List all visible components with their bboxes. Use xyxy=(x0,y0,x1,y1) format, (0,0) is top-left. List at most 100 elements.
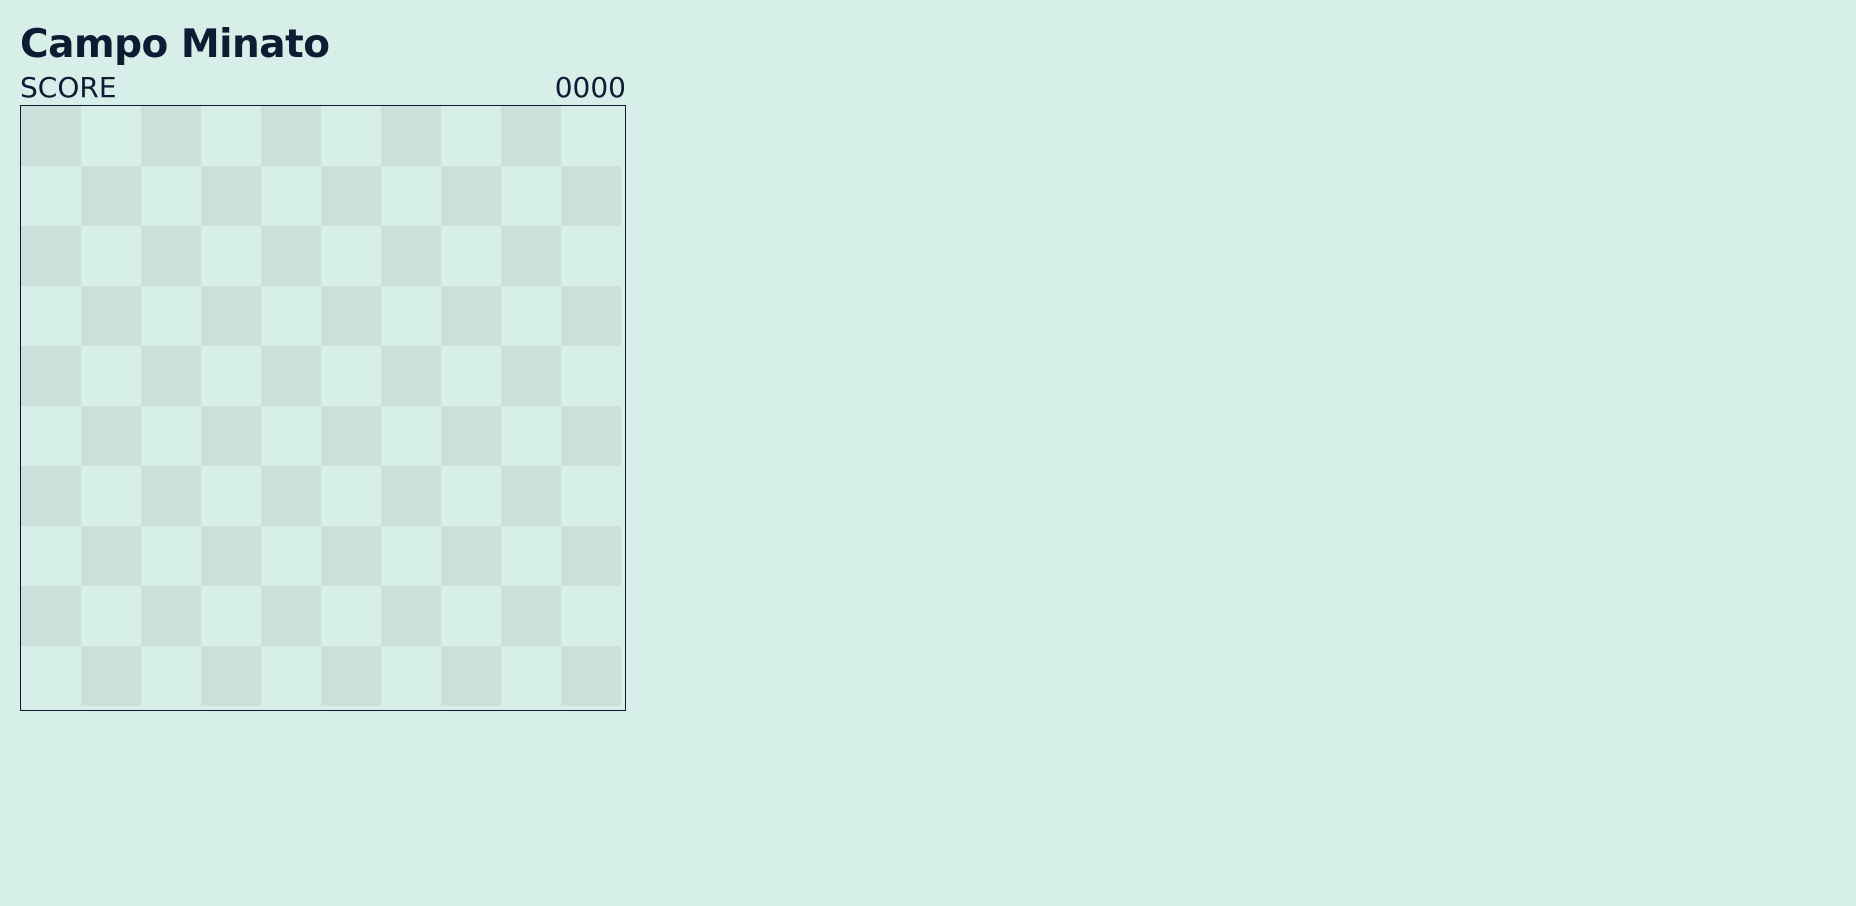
board-cell[interactable] xyxy=(381,466,441,526)
board-cell[interactable] xyxy=(441,226,501,286)
board-cell[interactable] xyxy=(441,106,501,166)
board-cell[interactable] xyxy=(81,286,141,346)
board-cell[interactable] xyxy=(21,166,81,226)
board-cell[interactable] xyxy=(141,226,201,286)
board-cell[interactable] xyxy=(321,346,381,406)
board-cell[interactable] xyxy=(21,286,81,346)
board-cell[interactable] xyxy=(141,166,201,226)
board-cell[interactable] xyxy=(261,586,321,646)
board-cell[interactable] xyxy=(261,526,321,586)
board-cell[interactable] xyxy=(561,406,621,466)
board-cell[interactable] xyxy=(321,466,381,526)
board-cell[interactable] xyxy=(381,166,441,226)
board-cell[interactable] xyxy=(261,286,321,346)
board-cell[interactable] xyxy=(441,586,501,646)
board-cell[interactable] xyxy=(201,586,261,646)
board-cell[interactable] xyxy=(321,166,381,226)
board-cell[interactable] xyxy=(321,226,381,286)
board-cell[interactable] xyxy=(81,586,141,646)
board-cell[interactable] xyxy=(201,646,261,706)
board-cell[interactable] xyxy=(141,646,201,706)
board-cell[interactable] xyxy=(381,586,441,646)
board-cell[interactable] xyxy=(381,106,441,166)
board-cell[interactable] xyxy=(81,226,141,286)
board-cell[interactable] xyxy=(81,346,141,406)
board-cell[interactable] xyxy=(201,166,261,226)
board-cell[interactable] xyxy=(141,466,201,526)
board-cell[interactable] xyxy=(381,226,441,286)
board-cell[interactable] xyxy=(261,646,321,706)
board-cell[interactable] xyxy=(201,346,261,406)
board-cell[interactable] xyxy=(441,406,501,466)
board-cell[interactable] xyxy=(501,526,561,586)
board-cell[interactable] xyxy=(381,526,441,586)
board-cell[interactable] xyxy=(501,466,561,526)
board-cell[interactable] xyxy=(381,646,441,706)
board-cell[interactable] xyxy=(21,406,81,466)
board-cell[interactable] xyxy=(441,346,501,406)
board-cell[interactable] xyxy=(321,526,381,586)
board-cell[interactable] xyxy=(81,166,141,226)
board-cell[interactable] xyxy=(441,466,501,526)
board-cell[interactable] xyxy=(561,346,621,406)
board-cell[interactable] xyxy=(321,106,381,166)
board-cell[interactable] xyxy=(441,166,501,226)
board-cell[interactable] xyxy=(501,406,561,466)
board-cell[interactable] xyxy=(501,586,561,646)
board-cell[interactable] xyxy=(441,286,501,346)
board-cell[interactable] xyxy=(441,526,501,586)
board-cell[interactable] xyxy=(561,166,621,226)
board-cell[interactable] xyxy=(441,646,501,706)
board-cell[interactable] xyxy=(21,226,81,286)
board-cell[interactable] xyxy=(81,106,141,166)
board-cell[interactable] xyxy=(561,466,621,526)
board-cell[interactable] xyxy=(561,526,621,586)
board-cell[interactable] xyxy=(381,346,441,406)
board-cell[interactable] xyxy=(141,526,201,586)
board-cell[interactable] xyxy=(261,406,321,466)
board-cell[interactable] xyxy=(201,226,261,286)
board-cell[interactable] xyxy=(501,106,561,166)
board-cell[interactable] xyxy=(21,526,81,586)
board-cell[interactable] xyxy=(201,286,261,346)
board-cell[interactable] xyxy=(141,406,201,466)
board-cell[interactable] xyxy=(21,586,81,646)
board-cell[interactable] xyxy=(21,646,81,706)
board-cell[interactable] xyxy=(561,646,621,706)
board-cell[interactable] xyxy=(321,646,381,706)
board-cell[interactable] xyxy=(321,406,381,466)
board-cell[interactable] xyxy=(141,586,201,646)
board-cell[interactable] xyxy=(201,526,261,586)
board-cell[interactable] xyxy=(21,346,81,406)
board-cell[interactable] xyxy=(501,286,561,346)
board-cell[interactable] xyxy=(141,106,201,166)
board-cell[interactable] xyxy=(81,526,141,586)
board-cell[interactable] xyxy=(321,586,381,646)
board-cell[interactable] xyxy=(561,226,621,286)
board-cell[interactable] xyxy=(261,106,321,166)
board-cell[interactable] xyxy=(201,106,261,166)
board-cell[interactable] xyxy=(381,406,441,466)
board-cell[interactable] xyxy=(81,406,141,466)
board-cell[interactable] xyxy=(501,646,561,706)
board-cell[interactable] xyxy=(201,466,261,526)
board-cell[interactable] xyxy=(501,346,561,406)
board-cell[interactable] xyxy=(201,406,261,466)
board-cell[interactable] xyxy=(561,286,621,346)
board-cell[interactable] xyxy=(561,106,621,166)
board-cell[interactable] xyxy=(141,346,201,406)
board-cell[interactable] xyxy=(261,166,321,226)
board-cell[interactable] xyxy=(501,166,561,226)
board-cell[interactable] xyxy=(261,226,321,286)
board-cell[interactable] xyxy=(141,286,201,346)
board-cell[interactable] xyxy=(561,586,621,646)
board-cell[interactable] xyxy=(81,466,141,526)
board-cell[interactable] xyxy=(21,466,81,526)
board-cell[interactable] xyxy=(381,286,441,346)
board-cell[interactable] xyxy=(261,466,321,526)
board-cell[interactable] xyxy=(261,346,321,406)
board-cell[interactable] xyxy=(81,646,141,706)
board-cell[interactable] xyxy=(21,106,81,166)
board-cell[interactable] xyxy=(501,226,561,286)
board-cell[interactable] xyxy=(321,286,381,346)
